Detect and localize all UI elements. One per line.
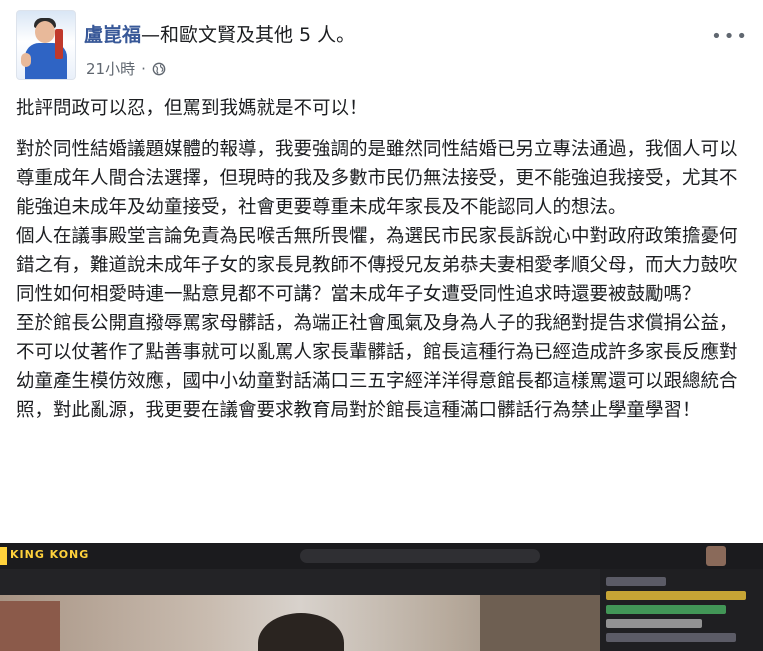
globe-icon[interactable] xyxy=(152,62,166,76)
post-paragraph-3: 至於館長公開直撥辱罵家母髒話，為端正社會風氣及身為人子的我絕對提告求償捐公益，不… xyxy=(16,313,738,421)
post-time[interactable]: 21小時 xyxy=(86,58,135,79)
stream-top-bar: KING KONG xyxy=(0,543,763,569)
post-header: 盧崑福—和歐文賢及其他 5 人。 21小時 · ••• xyxy=(0,0,763,95)
more-options-icon[interactable]: ••• xyxy=(711,26,749,47)
site-logo-icon xyxy=(0,547,7,565)
author-name[interactable]: 盧崑福 xyxy=(84,24,141,46)
stream-room-bar: #2282757 xyxy=(0,569,600,615)
post-paragraph-1: 對於同性結婚議題媒體的報導，我要強調的是雖然同性結婚已另立專法通過，我個人可以尊… xyxy=(16,139,738,218)
author-line: 盧崑福—和歐文賢及其他 5 人。 xyxy=(84,22,355,48)
post-paragraph-2: 個人在議事殿堂言論免責為民喉舌無所畏懼，為選民市民家長訴說心中對政府政策擔憂何錯… xyxy=(16,226,738,305)
tagged-with-text[interactable]: —和歐文賢及其他 5 人。 xyxy=(141,24,355,46)
post-headline: 批評問政可以忍，但罵到我媽就是不可以！ xyxy=(16,98,368,119)
attached-video-screenshot[interactable]: KING KONG #2282757 xyxy=(0,543,763,651)
stream-search-bar xyxy=(300,549,540,563)
stream-video-frame xyxy=(0,595,600,651)
author-avatar[interactable] xyxy=(16,10,76,80)
site-logo-text: KING KONG xyxy=(10,548,90,561)
post-meta: 21小時 · xyxy=(86,58,166,79)
stream-user-avatar xyxy=(706,546,726,566)
stream-chat-panel xyxy=(600,569,763,651)
post-body: 批評問政可以忍，但罵到我媽就是不可以！ 對於同性結婚議題媒體的報導，我要強調的是… xyxy=(16,94,751,425)
